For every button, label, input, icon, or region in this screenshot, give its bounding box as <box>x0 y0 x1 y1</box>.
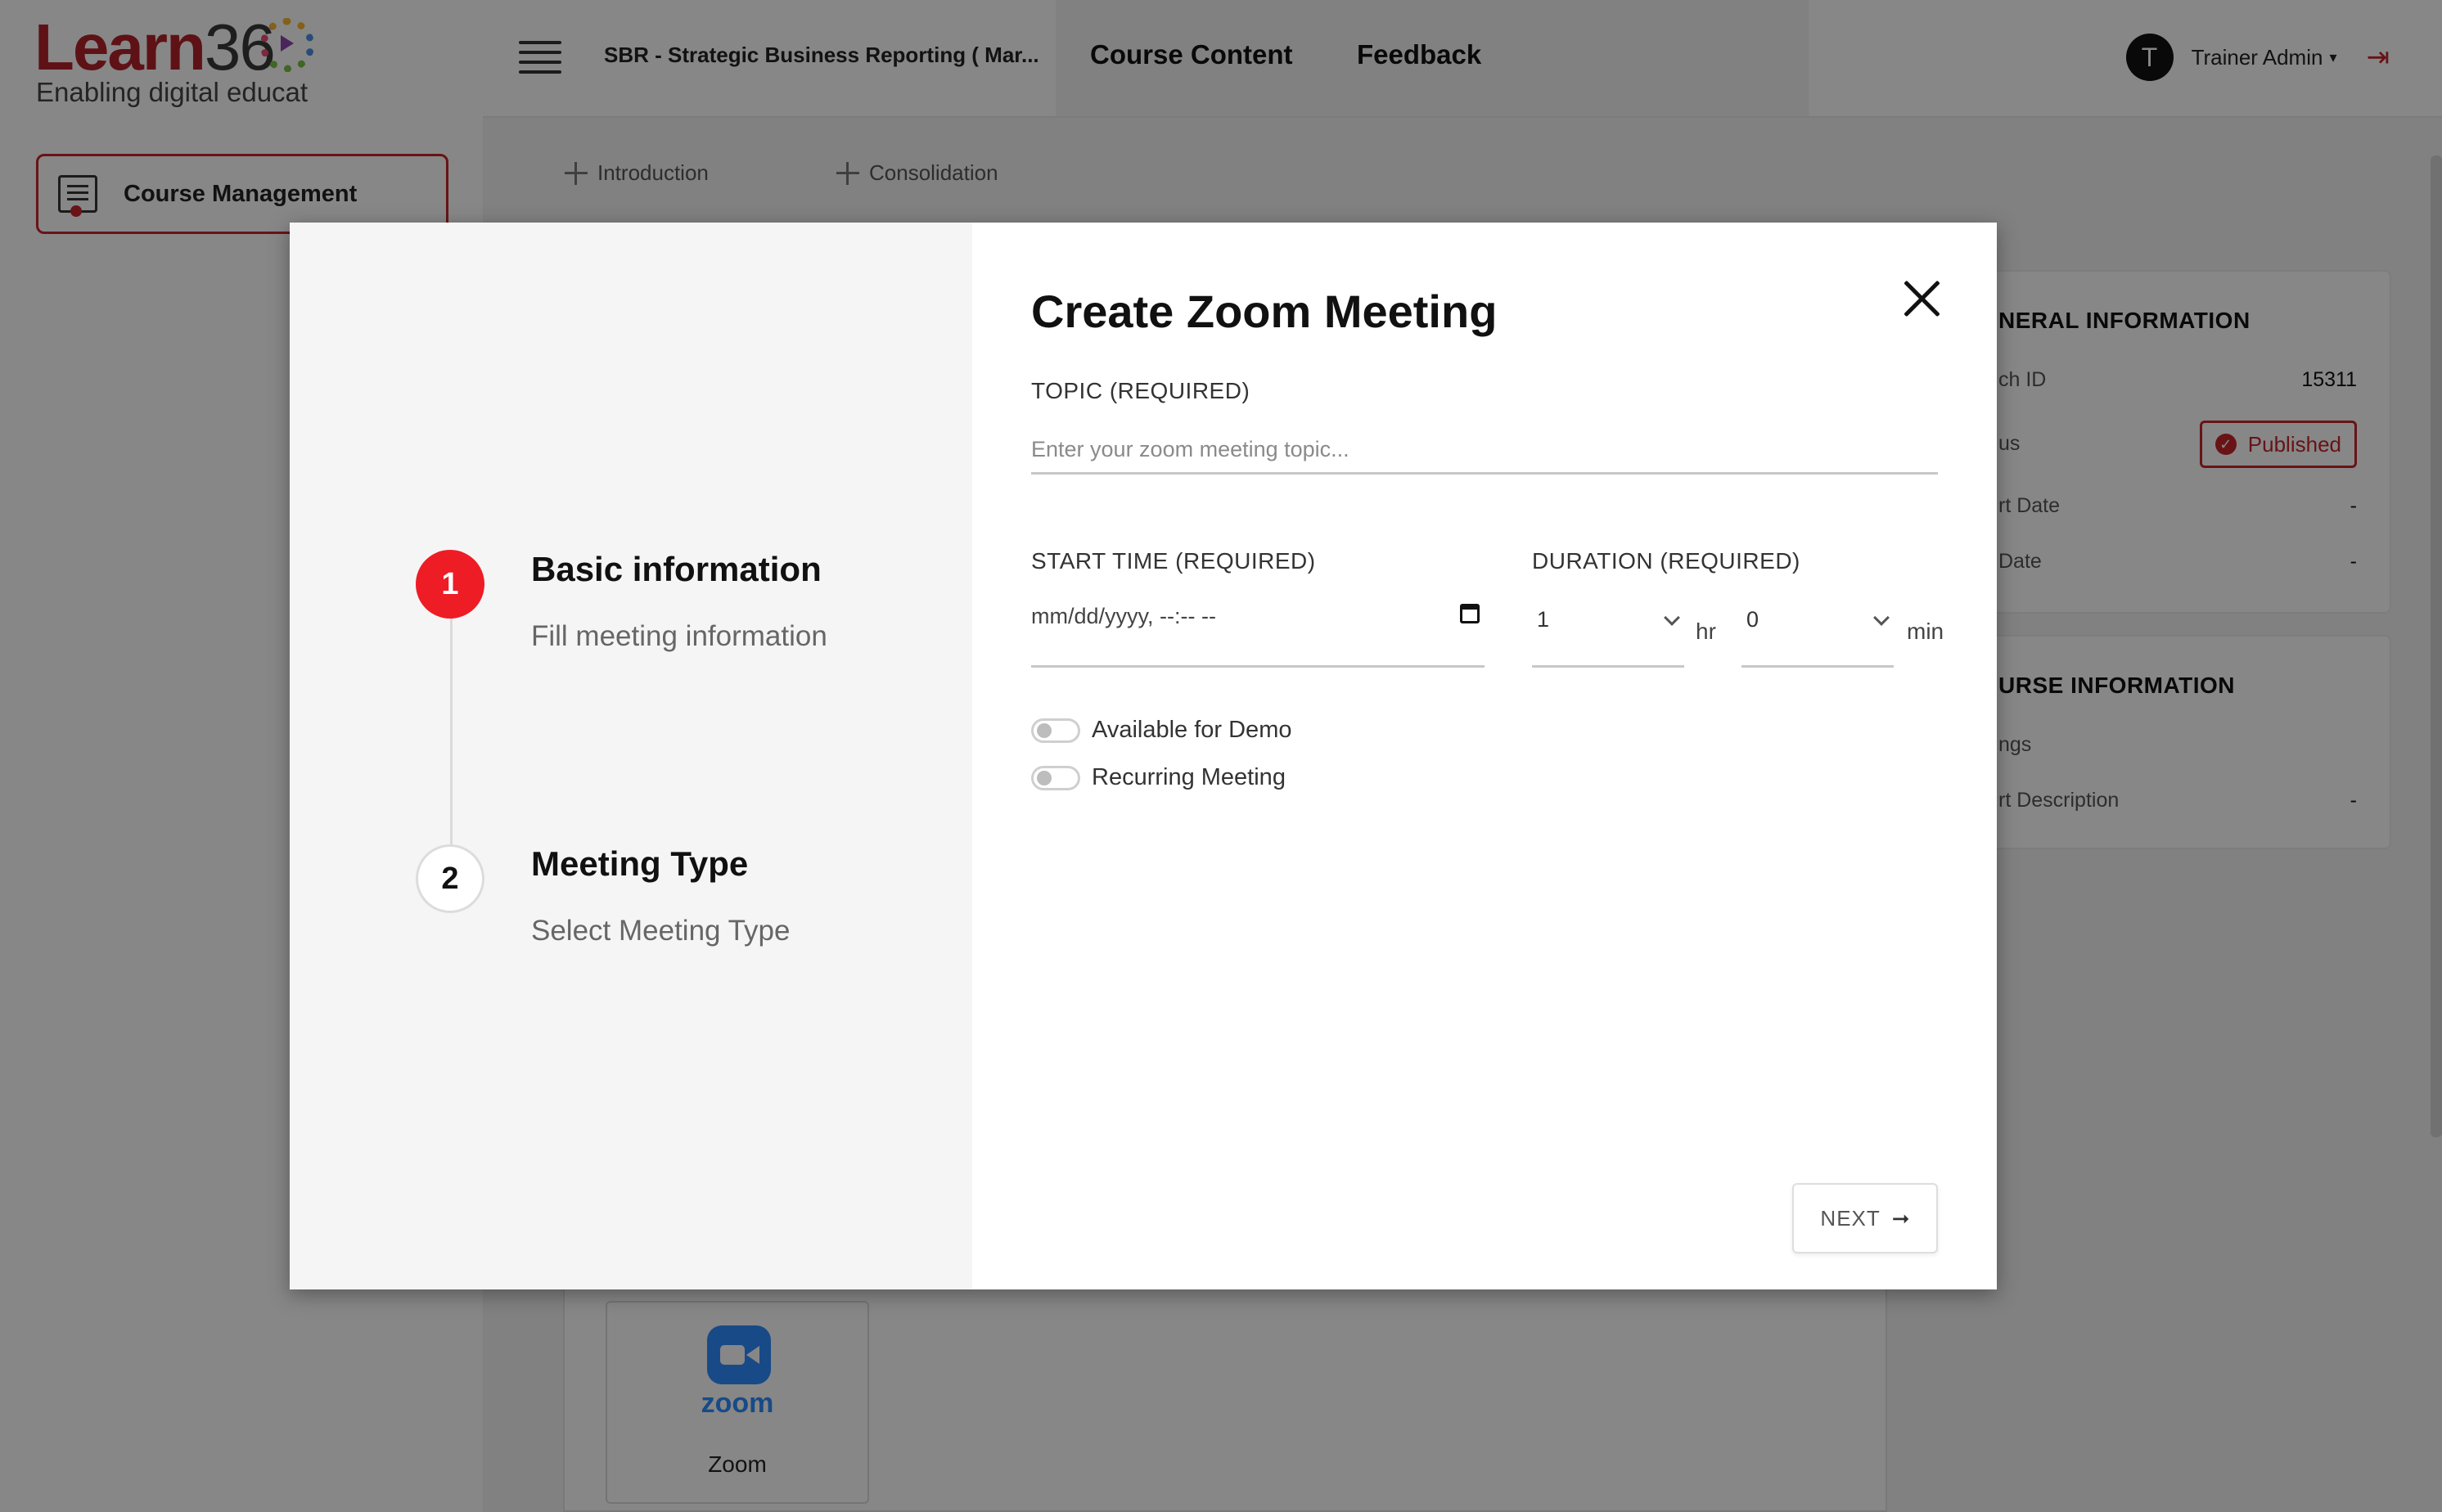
available-for-demo-toggle[interactable] <box>1031 718 1080 743</box>
chevron-down-icon <box>1873 610 1890 626</box>
start-time-label: START TIME (REQUIRED) <box>1031 548 1316 574</box>
arrow-right-icon: ➞ <box>1891 1205 1910 1231</box>
form-panel: Create Zoom Meeting TOPIC (REQUIRED) STA… <box>972 223 1997 1289</box>
available-for-demo-label: Available for Demo <box>1092 717 1292 743</box>
step-1-indicator: 1 <box>416 550 484 619</box>
next-button[interactable]: NEXT ➞ <box>1792 1183 1938 1253</box>
create-zoom-meeting-modal: 1 Basic information Fill meeting informa… <box>290 223 1997 1289</box>
step-2-subtitle: Select Meeting Type <box>531 915 791 947</box>
topic-input[interactable] <box>1031 427 1938 475</box>
step-2-indicator: 2 <box>416 844 484 913</box>
recurring-meeting-toggle-row[interactable]: Recurring Meeting <box>1031 764 1286 791</box>
chevron-down-icon <box>1664 610 1680 626</box>
next-button-label: NEXT <box>1820 1205 1881 1231</box>
hours-unit: hr <box>1696 619 1716 644</box>
duration-hours-value: 1 <box>1537 607 1550 632</box>
minutes-unit: min <box>1907 619 1944 644</box>
duration-hours-select[interactable]: 1 <box>1532 607 1684 668</box>
calendar-icon[interactable] <box>1460 604 1480 623</box>
recurring-meeting-toggle[interactable] <box>1031 765 1080 790</box>
duration-minutes-select[interactable]: 0 <box>1741 607 1894 668</box>
duration-minutes-value: 0 <box>1746 607 1759 632</box>
close-icon[interactable] <box>1900 277 1944 321</box>
topic-label: TOPIC (REQUIRED) <box>1031 378 1250 403</box>
modal-title: Create Zoom Meeting <box>1031 286 1498 337</box>
recurring-meeting-label: Recurring Meeting <box>1092 764 1286 790</box>
step-1-title: Basic information <box>531 550 822 588</box>
step-2-title: Meeting Type <box>531 844 749 883</box>
step-1-subtitle: Fill meeting information <box>531 620 827 652</box>
stepper-panel: 1 Basic information Fill meeting informa… <box>290 223 972 1289</box>
duration-label: DURATION (REQUIRED) <box>1532 548 1800 574</box>
available-for-demo-toggle-row[interactable]: Available for Demo <box>1031 717 1291 744</box>
start-time-input[interactable]: mm/dd/yyyy, --:-- -- <box>1031 604 1485 668</box>
start-time-placeholder: mm/dd/yyyy, --:-- -- <box>1031 604 1216 628</box>
